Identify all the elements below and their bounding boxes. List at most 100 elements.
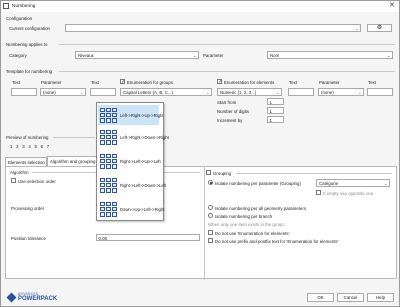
- order-option[interactable]: Left->Right->Up->Right: [98, 105, 163, 125]
- start-from-input[interactable]: 1: [267, 98, 284, 105]
- chevron-down-icon: ⌄: [387, 52, 391, 58]
- enum-elements-value: Numeric (1, 2, 3...): [220, 90, 257, 95]
- position-tolerance-label: Position tolerance: [11, 236, 46, 241]
- right-postfix-text-input[interactable]: [367, 88, 393, 96]
- isolate-per-parameter-label: Isolate numbering per parameter (Groupin…: [215, 181, 301, 186]
- tab-elements-selection[interactable]: Elements selection: [5, 157, 47, 166]
- tab-algorithm-and-grouping[interactable]: Algorithm and grouping: [47, 156, 99, 166]
- order-option-label: Down->Up->Left->Right: [120, 206, 165, 212]
- enum-groups-select[interactable]: Capital Letters (A, B, C...) ⌄: [120, 88, 212, 96]
- divider: [53, 137, 95, 138]
- parameter-label: Parameter: [203, 53, 224, 58]
- chevron-down-icon: ⌄: [276, 89, 280, 95]
- right-parameter-label: Parameter: [319, 80, 340, 85]
- order-option[interactable]: Down->Up->Left->Right: [98, 199, 164, 219]
- cancel-label: Cancel: [343, 295, 358, 301]
- divider: [236, 173, 392, 174]
- cancel-button[interactable]: Cancel: [337, 293, 364, 302]
- order-option-label: Right->Left->Down->Left: [120, 182, 166, 188]
- applies-section-label: Numbering applies to: [6, 42, 48, 47]
- chevron-down-icon: ⌄: [384, 180, 388, 186]
- processing-order-label: Processing order: [11, 206, 45, 211]
- preview-value: 6: [40, 144, 44, 149]
- app-icon: [3, 3, 9, 9]
- left-prefix-text-input[interactable]: [11, 88, 37, 96]
- order-option[interactable]: Right->Left->Up->Left: [98, 151, 161, 171]
- preview-value: 1: [10, 144, 13, 149]
- left-text2-label: Text: [91, 80, 100, 85]
- order-option[interactable]: Left->Right->Down->Right: [98, 127, 169, 147]
- chevron-down-icon: ⌄: [358, 89, 362, 95]
- grouping-checkbox[interactable]: [206, 170, 211, 175]
- start-from-value: 1: [269, 99, 272, 105]
- close-icon[interactable]: ✕: [389, 2, 395, 10]
- template-section-label: Template for numbering: [6, 69, 53, 74]
- column-divider: [204, 167, 205, 280]
- preview-value: 3: [22, 144, 25, 149]
- numbering-dialog: Numbering ✕ Configuration Current config…: [0, 0, 400, 307]
- right-parameter-select[interactable]: (none) ⌄: [318, 88, 364, 96]
- preview-values: 1 2 3 4 5 6 7: [10, 144, 49, 149]
- enum-elements-label: Enumeration for elements: [224, 80, 275, 85]
- processing-order-dropdown[interactable]: Left->Right->Up->Right Left->Right->Down…: [96, 102, 169, 221]
- isolate-per-branch-radio[interactable]: [208, 213, 213, 218]
- no-prefix-postfix-label: Do not use prefix and postfix text for '…: [215, 239, 339, 244]
- title-bar: Numbering ✕: [1, 1, 399, 12]
- tab-panel: Algorithm Use selection order Processing…: [5, 166, 397, 280]
- chevron-down-icon: ⌄: [80, 89, 84, 95]
- preview-value: 2: [16, 144, 19, 149]
- order-option[interactable]: Right->Left->Down->Left: [98, 175, 166, 195]
- if-empty-label: If empty use opposite one: [323, 191, 374, 196]
- chevron-down-icon: ⌄: [355, 25, 359, 31]
- no-enum-elements-checkbox[interactable]: [208, 230, 213, 235]
- order-pattern-icon: [100, 129, 117, 145]
- only-one-item-label: When only one item exists in the group:: [208, 222, 285, 227]
- order-pattern-icon: [100, 177, 117, 193]
- position-tolerance-input[interactable]: 0.00: [96, 234, 200, 241]
- brand-logo-icon: [6, 292, 17, 303]
- ok-label: OK: [317, 295, 324, 301]
- ok-button[interactable]: OK: [307, 293, 334, 302]
- preview-value: 4: [28, 144, 31, 149]
- current-configuration-select[interactable]: ⌄: [65, 24, 361, 32]
- left-parameter-select[interactable]: (none) ⌄: [40, 88, 86, 96]
- left-postfix-text-input[interactable]: [90, 88, 116, 96]
- enum-elements-select[interactable]: Numeric (1, 2, 3...) ⌄: [217, 88, 282, 96]
- right-text2-label: Text: [368, 80, 377, 85]
- right-text1-label: Text: [289, 80, 298, 85]
- parameter-select[interactable]: Nom ⌄: [267, 51, 393, 59]
- increment-by-value: 1: [269, 117, 272, 123]
- enum-groups-checkbox[interactable]: [120, 79, 125, 84]
- order-option-label: Right->Left->Up->Left: [120, 158, 161, 164]
- enum-groups-label: Enumeration for groups: [127, 80, 173, 85]
- enum-elements-checkbox[interactable]: [217, 79, 222, 84]
- configuration-section-label: Configuration: [6, 16, 33, 21]
- chevron-down-icon: ⌄: [206, 89, 210, 95]
- order-pattern-icon: [100, 201, 117, 217]
- help-button[interactable]: Help: [367, 293, 394, 302]
- grouping-category-select[interactable]: Catégorie ⌄: [316, 179, 390, 187]
- window-title: Numbering: [12, 3, 36, 9]
- divider: [59, 44, 395, 45]
- algorithm-section-label: Algorithm: [10, 170, 29, 175]
- increment-by-input[interactable]: 1: [267, 116, 284, 123]
- settings-button[interactable]: ⚙: [367, 24, 392, 32]
- isolate-per-parameter-radio[interactable]: [208, 180, 213, 185]
- use-selection-order-checkbox[interactable]: [11, 178, 16, 183]
- category-select[interactable]: Niveaux ⌄: [75, 51, 199, 59]
- no-prefix-postfix-checkbox[interactable]: [208, 238, 213, 243]
- if-empty-checkbox[interactable]: [316, 190, 321, 195]
- resize-grip-icon[interactable]: ⋰: [394, 300, 398, 305]
- tab-label: Algorithm and grouping: [50, 158, 96, 164]
- number-of-digits-input[interactable]: 1: [267, 107, 284, 114]
- number-of-digits-label: Number of digits: [217, 109, 249, 114]
- current-configuration-label: Current configuration: [9, 26, 51, 31]
- tab-label: Elements selection: [8, 159, 45, 165]
- parameter-value: Nom: [270, 53, 280, 58]
- left-parameter-value: (none): [43, 90, 56, 95]
- preview-value: 7: [46, 144, 50, 149]
- right-prefix-text-input[interactable]: [288, 88, 314, 96]
- number-of-digits-value: 1: [269, 108, 272, 114]
- isolate-all-geometry-radio[interactable]: [208, 205, 213, 210]
- start-from-label: Start from: [217, 100, 237, 105]
